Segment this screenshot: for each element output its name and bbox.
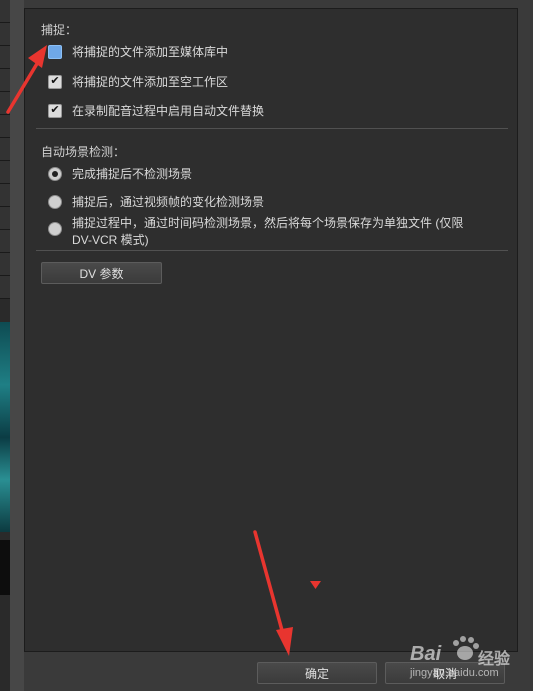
timecode-detect-option[interactable]: 捕捉过程中，通过时间码检测场景，然后将每个场景保存为单独文件 (仅限 DV-VC… — [48, 215, 463, 249]
add-to-library-label: 将捕捉的文件添加至媒体库中 — [72, 45, 229, 59]
strip-row — [0, 184, 10, 207]
add-to-library-option[interactable]: 将捕捉的文件添加至媒体库中 — [48, 43, 228, 60]
add-to-empty-workspace-label: 将捕捉的文件添加至空工作区 — [72, 75, 229, 89]
frame-change-detect-radio[interactable] — [48, 194, 62, 209]
add-to-library-checkbox[interactable] — [48, 44, 62, 59]
no-scene-detect-label: 完成捕捉后不检测场景 — [72, 167, 193, 181]
auto-file-replace-checkbox[interactable]: ✔ — [48, 103, 62, 118]
panel-top-edge — [24, 0, 518, 8]
strip-row — [0, 138, 10, 161]
strip-row — [0, 23, 10, 46]
background-gap — [10, 0, 24, 691]
timecode-detect-label-line2: DV-VCR 模式) — [72, 233, 149, 247]
dv-parameters-button[interactable]: DV 参数 — [41, 262, 162, 284]
strip-row — [0, 276, 10, 299]
strip-row — [0, 0, 10, 23]
frame-change-detect-option[interactable]: 捕捉后，通过视频帧的变化检测场景 — [48, 193, 264, 210]
ok-button[interactable]: 确定 — [257, 662, 377, 684]
background-dark-block — [0, 540, 10, 595]
frame-change-detect-label: 捕捉后，通过视频帧的变化检测场景 — [72, 195, 265, 209]
background-thumbnail — [0, 322, 10, 532]
capture-section-title: 捕捉： — [41, 23, 78, 37]
timecode-detect-label-line1: 捕捉过程中，通过时间码检测场景，然后将每个场景保存为单独文件 (仅限 — [72, 216, 464, 230]
strip-row — [0, 161, 10, 184]
timecode-detect-radio[interactable] — [48, 222, 62, 236]
strip-row — [0, 253, 10, 276]
strip-row — [0, 207, 10, 230]
add-to-empty-workspace-option[interactable]: ✔ 将捕捉的文件添加至空工作区 — [48, 73, 228, 90]
checkmark-icon: ✔ — [50, 75, 60, 87]
add-to-empty-workspace-checkbox[interactable]: ✔ — [48, 74, 62, 89]
radio-dot-icon — [52, 170, 58, 177]
checkmark-icon: ✔ — [50, 104, 60, 116]
baidu-jingyan-watermark: Bai 经验 jingyan.baidu.com — [410, 633, 520, 685]
strip-row — [0, 115, 10, 138]
background-right-edge — [518, 0, 533, 691]
auto-file-replace-option[interactable]: ✔ 在录制配音过程中启用自动文件替换 — [48, 102, 264, 119]
watermark-brand2: 经验 — [478, 651, 511, 668]
section-divider — [36, 250, 508, 251]
strip-row — [0, 230, 10, 253]
no-scene-detect-radio[interactable] — [48, 166, 62, 181]
timecode-detect-label: 捕捉过程中，通过时间码检测场景，然后将每个场景保存为单独文件 (仅限 DV-VC… — [72, 215, 463, 249]
strip-row — [0, 69, 10, 92]
strip-row — [0, 46, 10, 69]
auto-file-replace-label: 在录制配音过程中启用自动文件替换 — [72, 104, 265, 118]
strip-row — [0, 92, 10, 115]
no-scene-detect-option[interactable]: 完成捕捉后不检测场景 — [48, 165, 192, 182]
watermark-url: jingyan.baidu.com — [410, 667, 499, 679]
watermark-brand: Bai — [410, 643, 442, 665]
scene-detection-title: 自动场景检测： — [41, 145, 126, 159]
section-divider — [36, 128, 508, 129]
